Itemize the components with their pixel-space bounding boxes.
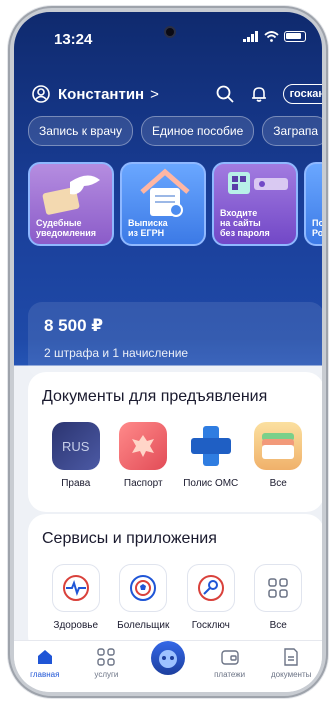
- house-document-icon: [140, 168, 190, 217]
- user-chevron[interactable]: >: [150, 86, 159, 103]
- doc-passport-label: Паспорт: [123, 478, 163, 489]
- wallet-icon: [220, 650, 239, 665]
- signal-icon: [243, 31, 258, 42]
- fines-amount: 8 500 ₽: [44, 316, 104, 335]
- passport-eagle-icon: [119, 422, 168, 470]
- chip-doctor-appointment[interactable]: Запись к врачу: [28, 116, 134, 146]
- services-section: Сервисы и приложения Здоровье Болельщик …: [28, 514, 322, 654]
- tab-assistant[interactable]: [137, 641, 199, 692]
- header-actions: госкан: [215, 84, 322, 104]
- app-screen: 13:24 Константин > госкан Запись к врачу…: [14, 12, 322, 692]
- camera-icon: [164, 26, 176, 38]
- fines-card[interactable]: 8 500 ₽ 2 штрафа и 1 начисление: [28, 302, 322, 378]
- search-icon[interactable]: [215, 84, 235, 104]
- license-badge: RUS: [62, 438, 90, 454]
- user-icon[interactable]: [32, 85, 50, 103]
- tab-documents[interactable]: документы: [260, 641, 322, 692]
- svc-goskey[interactable]: Госключ: [177, 564, 245, 631]
- wifi-icon: [264, 31, 279, 42]
- doc-all-label: Все: [269, 478, 287, 489]
- documents-row: RUS Права Паспорт Полис ОМС Все: [42, 422, 312, 489]
- svc-all[interactable]: Все: [245, 564, 313, 631]
- doc-oms-policy[interactable]: Полис ОМС: [177, 422, 245, 489]
- card-passwordless-login-label: Входите на сайты без пароля: [220, 208, 270, 238]
- doc-all[interactable]: Все: [245, 422, 313, 489]
- license-icon: RUS: [51, 422, 100, 470]
- grid-icon: [254, 564, 303, 612]
- card-partial-next-label: По Ро: [312, 218, 322, 238]
- tab-services[interactable]: услуги: [76, 641, 138, 692]
- feature-cards: Судебные уведомления Выписка из ЕГРН Вхо…: [28, 162, 322, 246]
- wallet-icon: [254, 422, 303, 470]
- chip-passport-abroad[interactable]: Заграпа: [262, 116, 322, 146]
- document-icon: [284, 648, 298, 666]
- heart-pulse-icon: [51, 564, 100, 612]
- svc-fan-label: Болельщик: [117, 620, 170, 631]
- card-egrn-extract[interactable]: Выписка из ЕГРН: [120, 162, 206, 246]
- tab-home-label: главная: [30, 670, 60, 679]
- svc-health[interactable]: Здоровье: [42, 564, 110, 631]
- tab-home[interactable]: главная: [14, 641, 76, 692]
- status-bar: 13:24: [14, 12, 322, 56]
- card-court-notices[interactable]: Судебные уведомления: [28, 162, 114, 246]
- chip-unified-benefit[interactable]: Единое пособие: [141, 116, 255, 146]
- doc-oms-policy-label: Полис ОМС: [183, 478, 239, 489]
- bottom-tab-bar: главная услуги платежи документы: [14, 640, 322, 692]
- bell-icon[interactable]: [249, 84, 269, 104]
- football-icon: [119, 564, 168, 612]
- doc-license-label: Права: [61, 478, 91, 489]
- svc-goskey-label: Госключ: [191, 620, 230, 631]
- doc-passport[interactable]: Паспорт: [110, 422, 178, 489]
- svc-all-label: Все: [269, 620, 287, 631]
- documents-section: Документы для предъявления RUS Права Пас…: [28, 372, 322, 512]
- doc-license[interactable]: RUS Права: [42, 422, 110, 489]
- tab-payments-label: платежи: [214, 670, 246, 679]
- card-partial-next[interactable]: По Ро: [304, 162, 322, 246]
- fines-subtitle: 2 штрафа и 1 начисление: [44, 346, 189, 360]
- system-icons: [243, 31, 306, 42]
- gos-scan-button[interactable]: госкан: [282, 84, 322, 104]
- assistant-robot-icon: [150, 641, 185, 675]
- medical-cross-icon: [186, 422, 235, 470]
- tab-payments[interactable]: платежи: [199, 641, 261, 692]
- card-egrn-extract-label: Выписка из ЕГРН: [128, 218, 168, 238]
- home-icon: [37, 650, 52, 664]
- services-row: Здоровье Болельщик Госключ Все: [42, 564, 312, 631]
- quick-chips: Запись к врачу Единое пособие Заграпа: [28, 116, 322, 146]
- user-name[interactable]: Константин: [58, 86, 144, 103]
- documents-title: Документы для предъявления: [42, 388, 268, 405]
- qr-key-icon: [228, 172, 288, 194]
- grid-icon: [97, 648, 116, 666]
- status-time: 13:24: [54, 31, 93, 48]
- header: Константин > госкан: [32, 82, 322, 106]
- tab-documents-label: документы: [270, 670, 312, 679]
- card-passwordless-login[interactable]: Входите на сайты без пароля: [212, 162, 298, 246]
- svc-fan[interactable]: Болельщик: [110, 564, 178, 631]
- key-shield-icon: [186, 564, 235, 612]
- services-title: Сервисы и приложения: [42, 530, 217, 547]
- tab-services-label: услуги: [94, 670, 119, 679]
- battery-icon: [284, 31, 306, 42]
- card-court-notices-label: Судебные уведомления: [36, 218, 96, 238]
- dove-envelope-icon: [42, 175, 100, 215]
- svc-health-label: Здоровье: [53, 620, 99, 631]
